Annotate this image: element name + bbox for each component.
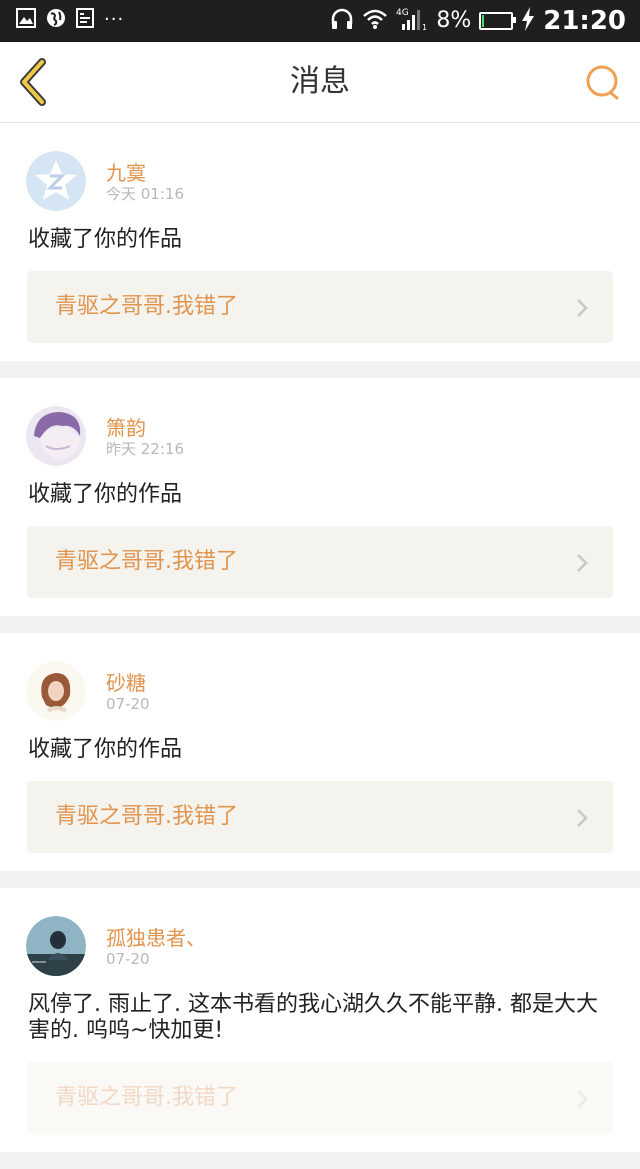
message-card: 九寞 今天 01:16 收藏了你的作品 青驱之哥哥.我错了 <box>0 123 640 361</box>
nav-bar: 消息 <box>0 42 640 123</box>
message-card: 孤独患者、 07-20 风停了. 雨止了. 这本书看的我心湖久久不能平静. 都是… <box>0 888 640 1152</box>
screenshot-icon <box>76 8 94 32</box>
page-title: 消息 <box>290 64 350 99</box>
message-list: 九寞 今天 01:16 收藏了你的作品 青驱之哥哥.我错了 箫韵 昨天 22:1… <box>0 123 640 1169</box>
avatar[interactable] <box>26 661 86 721</box>
work-title: 青驱之哥哥.我错了 <box>55 804 238 829</box>
work-link[interactable]: 青驱之哥哥.我错了 <box>27 1062 613 1134</box>
search-icon <box>586 65 619 100</box>
message-text: 风停了. 雨止了. 这本书看的我心湖久久不能平静. 都是大大害的. 呜呜~快加更… <box>28 992 598 1043</box>
timestamp: 今天 01:16 <box>106 185 184 203</box>
globe-icon <box>46 8 66 32</box>
battery-percent: 8% <box>436 8 472 33</box>
signal-4g-icon: 4G 1 <box>396 6 428 36</box>
status-bar: ··· 4G 1 8% 21:20 <box>0 0 640 42</box>
message-card: 箫韵 昨天 22:16 收藏了你的作品 青驱之哥哥.我错了 <box>0 378 640 616</box>
avatar[interactable] <box>26 406 86 466</box>
work-link[interactable]: 青驱之哥哥.我错了 <box>27 526 613 598</box>
timestamp: 昨天 22:16 <box>106 440 184 458</box>
work-link[interactable]: 青驱之哥哥.我错了 <box>27 781 613 853</box>
message-text: 收藏了你的作品 <box>28 482 183 507</box>
image-icon <box>16 8 36 32</box>
svg-text:1: 1 <box>422 23 427 32</box>
work-title: 青驱之哥哥.我错了 <box>55 1085 238 1110</box>
message-text: 收藏了你的作品 <box>28 737 183 762</box>
timestamp: 07-20 <box>106 950 150 968</box>
chevron-right-icon <box>577 1090 588 1108</box>
chevron-right-icon <box>577 809 588 827</box>
message-card: 砂糖 07-20 收藏了你的作品 青驱之哥哥.我错了 <box>0 633 640 871</box>
notification-dots: ··· <box>104 9 125 30</box>
user-name[interactable]: 箫韵 <box>106 416 146 440</box>
timestamp: 07-20 <box>106 695 150 713</box>
battery-icon <box>479 12 517 30</box>
work-title: 青驱之哥哥.我错了 <box>55 549 238 574</box>
search-button[interactable] <box>584 62 624 102</box>
chevron-right-icon <box>577 299 588 317</box>
charging-icon <box>521 7 535 35</box>
user-name[interactable]: 九寞 <box>106 161 146 185</box>
svg-text:4G: 4G <box>396 8 409 18</box>
message-text: 收藏了你的作品 <box>28 227 183 252</box>
chevron-right-icon <box>577 554 588 572</box>
work-link[interactable]: 青驱之哥哥.我错了 <box>27 271 613 343</box>
wifi-icon <box>362 8 388 34</box>
avatar[interactable] <box>26 151 86 211</box>
work-title: 青驱之哥哥.我错了 <box>55 294 238 319</box>
user-name[interactable]: 孤独患者、 <box>106 926 206 950</box>
avatar[interactable] <box>26 916 86 976</box>
headset-icon <box>330 8 354 34</box>
clock: 21:20 <box>543 6 626 36</box>
user-name[interactable]: 砂糖 <box>106 671 146 695</box>
